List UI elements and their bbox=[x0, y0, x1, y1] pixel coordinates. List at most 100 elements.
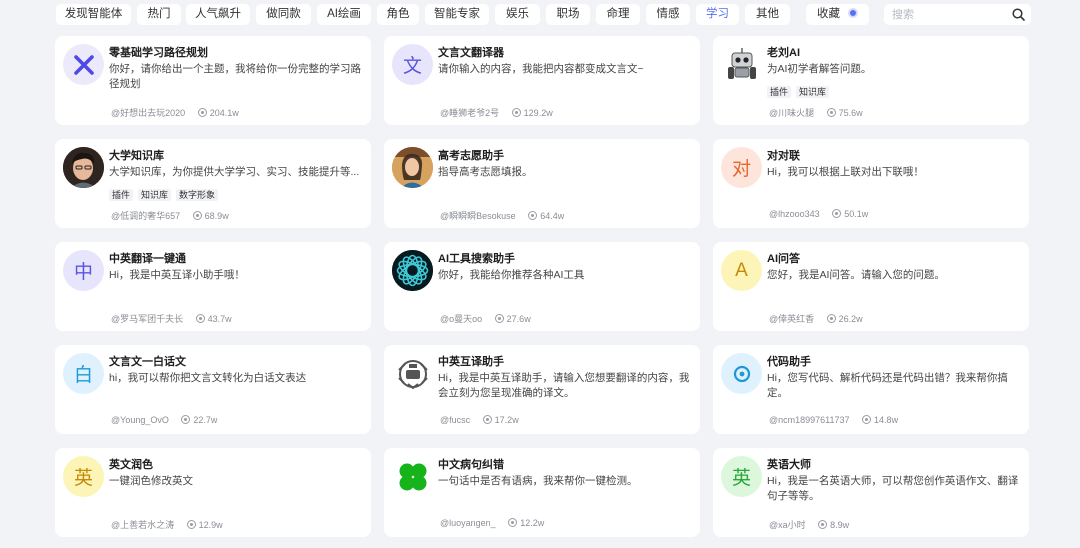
tab-hot[interactable]: 热门 bbox=[137, 4, 181, 25]
agent-card[interactable]: 文 文言文翻译器 请你输入的内容，我能把内容都变成文言文~ @睡狮老爷2号 12… bbox=[384, 36, 700, 125]
agent-title: 老刘AI bbox=[767, 47, 800, 59]
usage-count: 22.7w bbox=[193, 415, 218, 425]
tab-other[interactable]: 其他 bbox=[745, 4, 790, 25]
agent-meta: @luoyangen_ 12.2w bbox=[440, 518, 544, 528]
usage-count: 43.7w bbox=[207, 314, 232, 324]
agent-description: hi，我可以帮你把文言文转化为白话文表达 bbox=[109, 372, 307, 384]
tab-expert[interactable]: 智能专家 bbox=[425, 4, 489, 25]
agent-meta: @睡狮老爷2号 129.2w bbox=[440, 106, 553, 119]
usage-count: 50.1w bbox=[844, 209, 869, 219]
avatar-letter: 文 bbox=[402, 56, 422, 77]
tab-emotion[interactable]: 情感 bbox=[646, 4, 690, 25]
usage-count: 8.9w bbox=[830, 520, 850, 530]
agent-card[interactable]: 对 对对联 Hi，我可以根据上联对出下联哦！ @lhzooo343 50.1w bbox=[713, 139, 1029, 228]
avatar-letter: 英 bbox=[731, 468, 751, 489]
tab-trending[interactable]: 人气飙升 bbox=[186, 4, 250, 25]
agent-tag: 插件 bbox=[767, 86, 792, 98]
agent-usage: 12.9w bbox=[186, 520, 223, 530]
agent-usage: 12.2w bbox=[508, 518, 544, 528]
agent-card[interactable]: 白 文言文一白话文 hi，我可以帮你把文言文转化为白话文表达 @Young_Ov… bbox=[55, 345, 371, 434]
avatar-letter: 白 bbox=[73, 365, 93, 386]
agent-meta: @lhzooo343 50.1w bbox=[769, 209, 868, 219]
tab-fortune[interactable]: 命理 bbox=[596, 4, 640, 25]
agent-card[interactable]: AI工具搜索助手 你好，我能给你推荐各种AI工具 @o曼天oo 27.6w bbox=[384, 242, 700, 331]
usage-icon bbox=[511, 108, 521, 117]
agent-author: @川味火腿 bbox=[769, 108, 815, 118]
agent-card[interactable]: 中文病句纠错 一句话中是否有语病，我来帮你一键检测。 @luoyangen_ 1… bbox=[384, 448, 700, 537]
agent-meta: @好想出去玩2020 204.1w bbox=[111, 106, 239, 119]
agent-card[interactable]: 中 中英翻译一键通 Hi，我是中英互译小助手哦！ @罗马军团千夫长 43.7w bbox=[55, 242, 371, 331]
agent-author: @Young_OvO bbox=[111, 415, 169, 425]
tab-workplace[interactable]: 职场 bbox=[546, 4, 590, 25]
agent-title: 高考志愿助手 bbox=[438, 150, 504, 162]
favorites-toggle[interactable]: 收藏 bbox=[806, 4, 869, 25]
agent-title: AI工具搜索助手 bbox=[438, 253, 515, 265]
agent-author: @lhzooo343 bbox=[769, 209, 820, 219]
agent-card[interactable]: 英 英文润色 一键润色修改英文 @上善若水之涛 12.9w bbox=[55, 448, 371, 537]
agent-meta: @o曼天oo 27.6w bbox=[440, 312, 531, 325]
agent-author: @ncm18997611737 bbox=[769, 415, 850, 425]
agent-card[interactable]: 大学知识库 大学知识库，为你提供大学学习、实习、技能提升等... 插件 知识库 数字… bbox=[55, 139, 371, 228]
usage-icon bbox=[832, 209, 842, 218]
agent-usage: 64.4w bbox=[528, 211, 564, 221]
agent-card[interactable]: 英 英语大师 Hi，我是一名英语大师，可以帮您创作英语作文、翻译句子等等。 @x… bbox=[713, 448, 1029, 537]
portrait-icon bbox=[63, 147, 104, 188]
usage-icon bbox=[181, 415, 191, 424]
agent-tag: 知识库 bbox=[138, 189, 172, 201]
tab-entertainment[interactable]: 娱乐 bbox=[495, 4, 540, 25]
agent-avatar bbox=[392, 353, 433, 394]
agent-usage: 43.7w bbox=[195, 314, 232, 324]
cross-icon bbox=[73, 54, 94, 75]
tab-ai-painting[interactable]: AI绘画 bbox=[317, 4, 371, 25]
agent-usage: 8.9w bbox=[818, 520, 849, 530]
agent-usage: 129.2w bbox=[511, 108, 553, 118]
agent-usage: 26.2w bbox=[826, 314, 863, 324]
agent-description: Hi，我是中英互译小助手哦！ bbox=[109, 269, 245, 281]
agent-usage: 68.9w bbox=[192, 211, 229, 221]
usage-count: 17.2w bbox=[494, 415, 519, 425]
agent-description: 您好，我是AI问答。请输入您的问题。 bbox=[767, 269, 945, 281]
agent-meta: @罗马军团千夫长 43.7w bbox=[111, 312, 232, 325]
clover-icon bbox=[399, 463, 426, 490]
agent-meta: @川味火腿 75.6w bbox=[769, 106, 863, 119]
agent-avatar bbox=[721, 353, 762, 394]
tab-discover[interactable]: 发现智能体 bbox=[56, 4, 131, 25]
usage-icon bbox=[482, 415, 492, 424]
usage-count: 75.6w bbox=[838, 108, 863, 118]
usage-icon bbox=[508, 518, 518, 527]
agent-description: Hi，您写代码、解析代码还是代码出错？我来帮你搞定。 bbox=[767, 372, 1008, 399]
agent-card[interactable]: A AI问答 您好，我是AI问答。请输入您的问题。 @倖英红香 26.2w bbox=[713, 242, 1029, 331]
agent-avatar: 英 bbox=[721, 456, 762, 497]
agent-usage: 27.6w bbox=[494, 314, 531, 324]
tab-study[interactable]: 学习 bbox=[696, 4, 739, 25]
agent-card[interactable]: 零基础学习路径规划 你好，请你给出一个主题，我将给你一份完整的学习路径规划 @好… bbox=[55, 36, 371, 125]
search-input[interactable] bbox=[892, 6, 1002, 23]
agent-title: AI问答 bbox=[767, 253, 800, 265]
tab-character[interactable]: 角色 bbox=[377, 4, 419, 25]
usage-icon bbox=[186, 520, 196, 529]
tab-same-style[interactable]: 做同款 bbox=[256, 4, 311, 25]
agent-author: @罗马军团千夫长 bbox=[111, 314, 184, 324]
agent-tag: 知识库 bbox=[796, 86, 830, 98]
agent-card[interactable]: 老刘AI 为AI初学者解答问题。 插件 知识库 @川味火腿 75.6w bbox=[713, 36, 1029, 125]
agent-description: 大学知识库，为你提供大学学习、实习、技能提升等... bbox=[109, 166, 360, 178]
agent-usage: 17.2w bbox=[482, 415, 519, 425]
agent-description: 你好，请你给出一个主题，我将给你一份完整的学习路径规划 bbox=[109, 63, 361, 90]
agent-title: 文言文翻译器 bbox=[438, 47, 504, 59]
emblem-icon bbox=[397, 359, 428, 389]
usage-icon bbox=[192, 211, 202, 220]
spiral-icon bbox=[392, 250, 433, 291]
agent-meta: @上善若水之涛 12.9w bbox=[111, 518, 223, 531]
agent-author: @luoyangen_ bbox=[440, 518, 496, 528]
agent-card[interactable]: 高考志愿助手 指导高考志愿填报。 @瞬瞬瞬Besokuse 64.4w bbox=[384, 139, 700, 228]
agent-avatar bbox=[392, 147, 433, 188]
student-portrait-icon bbox=[392, 147, 433, 188]
agent-card[interactable]: 代码助手 Hi，您写代码、解析代码还是代码出错？我来帮你搞定。 @ncm1899… bbox=[713, 345, 1029, 434]
agent-card[interactable]: 中英互译助手 Hi，我是中英互译助手，请输入您想要翻译的内容，我会立刻为您呈现准… bbox=[384, 345, 700, 434]
agent-author: @倖英红香 bbox=[769, 314, 815, 324]
search-icon[interactable] bbox=[1012, 8, 1025, 21]
agent-title: 代码助手 bbox=[767, 356, 811, 368]
agent-description: Hi，我是一名英语大师，可以帮您创作英语作文、翻译句子等等。 bbox=[767, 475, 1019, 502]
agent-avatar: 文 bbox=[392, 44, 433, 85]
agent-title: 对对联 bbox=[767, 150, 800, 162]
